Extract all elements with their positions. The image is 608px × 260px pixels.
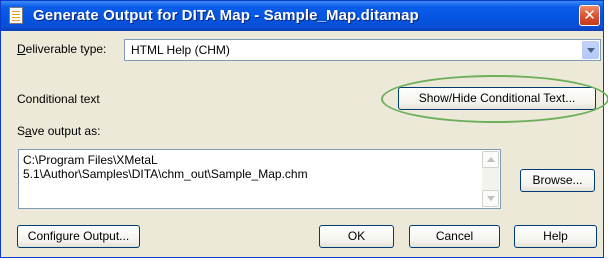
- browse-button[interactable]: Browse...: [520, 169, 595, 192]
- deliverable-type-select[interactable]: HTML Help (CHM): [124, 39, 601, 61]
- save-output-label: Save output as:: [17, 124, 100, 138]
- vertical-scrollbar[interactable]: [482, 151, 499, 207]
- deliverable-type-value: HTML Help (CHM): [131, 43, 230, 57]
- scroll-down-icon[interactable]: [482, 190, 499, 207]
- window-title: Generate Output for DITA Map - Sample_Ma…: [33, 7, 419, 24]
- deliverable-type-label: Deliverable type:: [17, 42, 106, 56]
- deliverable-label-accel: D: [17, 42, 26, 56]
- generate-output-dialog: Generate Output for DITA Map - Sample_Ma…: [0, 0, 608, 258]
- output-path-line-1: C:\Program Files\XMetaL: [23, 153, 158, 167]
- close-button[interactable]: ✕: [579, 5, 600, 26]
- output-path-field[interactable]: C:\Program Files\XMetaL 5.1\Author\Sampl…: [18, 149, 501, 209]
- help-button[interactable]: Help: [514, 225, 597, 248]
- cancel-button[interactable]: Cancel: [409, 225, 500, 248]
- save-label-first: S: [17, 124, 26, 138]
- document-icon: [9, 7, 23, 24]
- scroll-up-icon[interactable]: [482, 151, 499, 168]
- deliverable-label-rest: eliverable type:: [25, 42, 107, 56]
- configure-output-button[interactable]: Configure Output...: [17, 225, 140, 248]
- chevron-down-icon[interactable]: [582, 41, 599, 59]
- output-path-line-2: 5.1\Author\Samples\DITA\chm_out\Sample_M…: [23, 167, 308, 181]
- conditional-text-label: Conditional text: [17, 92, 100, 106]
- ok-button[interactable]: OK: [319, 225, 394, 248]
- title-bar[interactable]: Generate Output for DITA Map - Sample_Ma…: [1, 1, 603, 31]
- save-label-rest: ve output as:: [31, 124, 101, 138]
- save-label-accel: a: [25, 124, 32, 138]
- show-hide-conditional-text-button[interactable]: Show/Hide Conditional Text...: [398, 87, 596, 110]
- output-path-text: C:\Program Files\XMetaL 5.1\Author\Sampl…: [23, 153, 478, 181]
